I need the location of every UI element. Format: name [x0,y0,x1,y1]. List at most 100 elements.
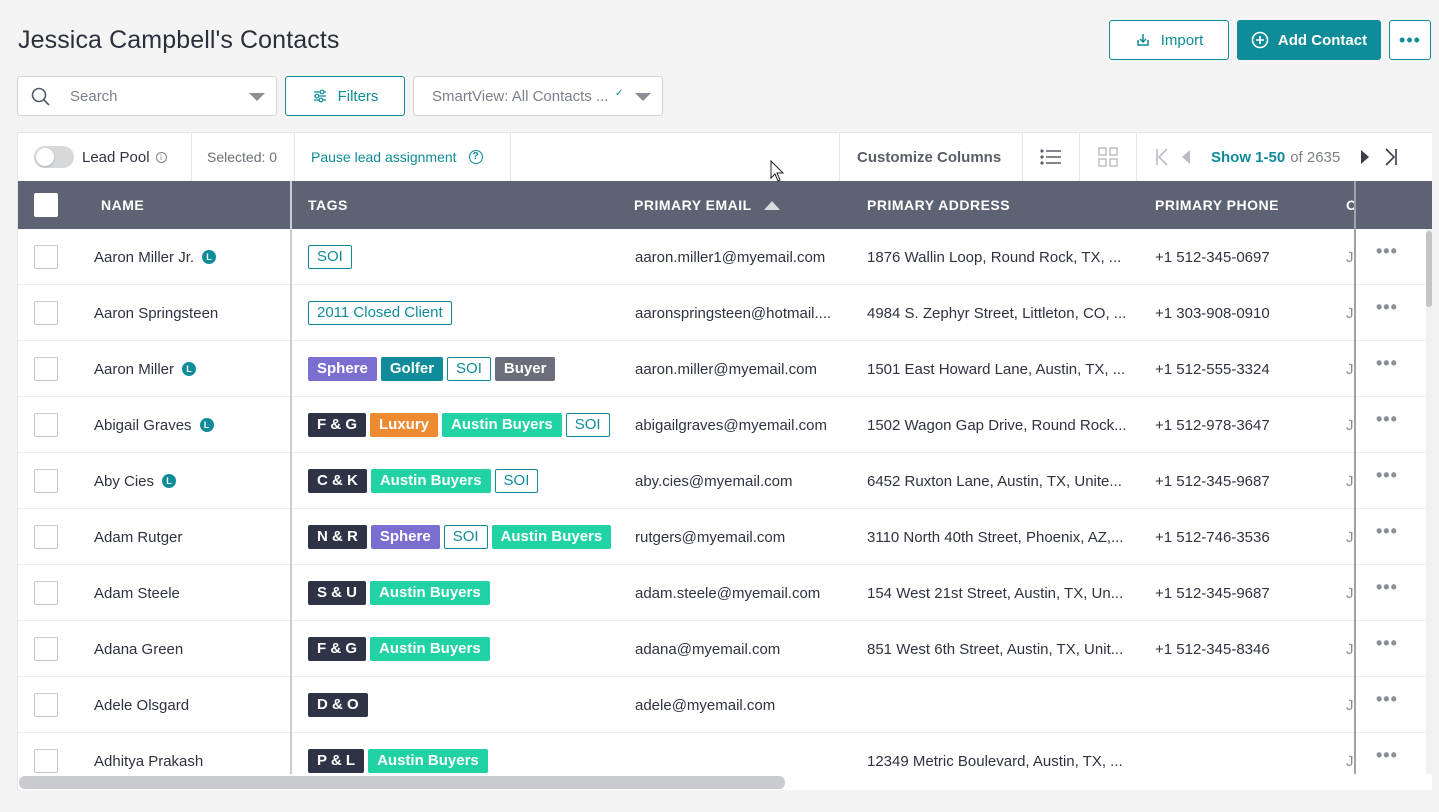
row-actions-button[interactable]: ••• [1376,391,1398,447]
tag[interactable]: Sphere [370,525,440,549]
phone-cell[interactable]: +1 512-345-9687 [1155,565,1335,621]
list-view-button[interactable] [1023,133,1080,181]
phone-cell[interactable] [1155,677,1335,733]
contact-name[interactable]: Adhitya Prakash [94,753,203,770]
next-page-icon[interactable] [1360,150,1370,164]
contact-name[interactable]: Adam Steele [94,585,180,602]
horizontal-scrollbar[interactable] [18,774,1432,790]
row-actions-button[interactable]: ••• [1376,279,1398,335]
contact-name[interactable]: Adam Rutger [94,529,182,546]
row-actions-button[interactable]: ••• [1376,335,1398,391]
add-contact-button[interactable]: Add Contact [1237,20,1381,60]
email-cell[interactable]: aby.cies@myemail.com [635,453,835,509]
email-cell[interactable]: aaronspringsteen@hotmail.... [635,285,835,341]
contact-name[interactable]: Aby Cies [94,473,154,490]
pause-lead-label[interactable]: Pause lead assignment [311,149,457,165]
tag[interactable]: Buyer [494,357,556,381]
tag[interactable]: Austin Buyers [370,581,490,605]
column-header-name[interactable]: NAME [101,181,144,229]
table-row[interactable]: Aaron Miller Jr. L SOI aaron.miller1@mye… [18,229,1426,285]
first-page-icon[interactable] [1155,147,1169,167]
tag[interactable]: Golfer [380,357,444,381]
tag[interactable]: Austin Buyers [370,637,490,661]
table-row[interactable]: Adana Green F & G Austin Buyers adana@mye… [18,621,1426,677]
row-checkbox[interactable] [34,245,58,269]
pause-lead-assignment[interactable]: Pause lead assignment ? [295,133,511,181]
tag[interactable]: C & K [308,469,367,493]
tag[interactable]: Sphere [308,357,377,381]
tag[interactable]: Austin Buyers [442,413,562,437]
table-row[interactable]: Adam Rutger N & R Sphere SOI Austin Buyers … [18,509,1426,565]
sort-ascending-icon[interactable] [763,200,780,210]
table-row[interactable]: Adele Olsgard D & O adele@myemail.com Je… [18,677,1426,733]
row-checkbox[interactable] [34,581,58,605]
row-checkbox[interactable] [34,637,58,661]
email-cell[interactable]: rutgers@myemail.com [635,509,835,565]
row-actions-button[interactable]: ••• [1376,503,1398,559]
tag[interactable]: Luxury [370,413,439,437]
row-checkbox[interactable] [34,525,58,549]
row-checkbox[interactable] [34,469,58,493]
tag[interactable]: Austin Buyers [368,749,488,773]
more-options-button[interactable]: ••• [1389,20,1431,60]
phone-cell[interactable]: +1 512-345-0697 [1155,229,1335,285]
search-box[interactable] [17,76,277,116]
row-actions-button[interactable]: ••• [1376,229,1398,279]
row-checkbox[interactable] [34,749,58,773]
phone-cell[interactable]: +1 512-978-3647 [1155,397,1335,453]
prev-page-icon[interactable] [1181,150,1191,164]
info-icon[interactable]: i [155,151,167,163]
row-actions-button[interactable]: ••• [1376,671,1398,727]
phone-cell[interactable]: +1 512-746-3536 [1155,509,1335,565]
table-row[interactable]: Adhitya Prakash P & L Austin Buyers 12349… [18,733,1426,774]
phone-cell[interactable]: +1 512-345-9687 [1155,453,1335,509]
grid-view-button[interactable] [1080,133,1137,181]
table-row[interactable]: Aby Cies L C & K Austin Buyers SOI aby.cie… [18,453,1426,509]
tag[interactable]: S & U [308,581,367,605]
column-header-tags[interactable]: TAGS [308,181,348,229]
email-cell[interactable] [635,733,835,774]
help-icon[interactable]: ? [468,150,483,164]
tag[interactable]: F & G [308,413,366,437]
column-header-email[interactable]: PRIMARY EMAIL [634,181,780,229]
column-header-address[interactable]: PRIMARY ADDRESS [867,181,1010,229]
contact-name[interactable]: Abigail Graves [94,417,192,434]
row-actions-button[interactable]: ••• [1376,727,1398,774]
phone-cell[interactable]: +1 512-555-3324 [1155,341,1335,397]
row-actions-button[interactable]: ••• [1376,559,1398,615]
row-checkbox[interactable] [34,413,58,437]
contact-name[interactable]: Aaron Miller Jr. [94,249,194,266]
email-cell[interactable]: adam.steele@myemail.com [635,565,835,621]
contact-name[interactable]: Adele Olsgard [94,697,189,714]
customize-columns-button[interactable]: Customize Columns [839,133,1023,181]
tag[interactable]: SOI [494,469,539,493]
contact-name[interactable]: Aaron Springsteen [94,305,218,322]
tag[interactable]: SOI [308,245,352,269]
column-header-owner[interactable]: O [1346,181,1354,229]
row-actions-button[interactable]: ••• [1376,615,1398,671]
table-row[interactable]: Aaron Springsteen 2011 Closed Client aar… [18,285,1426,341]
lead-pool-toggle[interactable] [34,146,74,168]
search-input[interactable] [70,85,240,107]
table-row[interactable]: Adam Steele S & U Austin Buyers adam.stee… [18,565,1426,621]
row-actions-button[interactable]: ••• [1376,447,1398,503]
email-cell[interactable]: aaron.miller1@myemail.com [635,229,835,285]
table-row[interactable]: Aaron Miller L Sphere Golfer SOI Buyer aaro… [18,341,1426,397]
tag[interactable]: D & O [308,693,368,717]
column-header-phone[interactable]: PRIMARY PHONE [1155,181,1279,229]
vertical-scrollbar[interactable] [1426,229,1432,774]
email-cell[interactable]: aaron.miller@myemail.com [635,341,835,397]
email-cell[interactable]: abigailgraves@myemail.com [635,397,835,453]
select-all-checkbox[interactable] [34,193,58,217]
phone-cell[interactable] [1155,733,1335,774]
phone-cell[interactable]: +1 303-908-0910 [1155,285,1335,341]
tag[interactable]: Austin Buyers [491,525,612,549]
tag[interactable]: P & L [308,749,365,773]
row-checkbox[interactable] [34,301,58,325]
table-row[interactable]: Abigail Graves L F & G Luxury Austin Buyer… [18,397,1426,453]
import-button[interactable]: Import [1109,20,1229,60]
tag[interactable]: SOI [565,413,610,437]
tag[interactable]: N & R [308,525,367,549]
row-checkbox[interactable] [34,357,58,381]
email-cell[interactable]: adele@myemail.com [635,677,835,733]
